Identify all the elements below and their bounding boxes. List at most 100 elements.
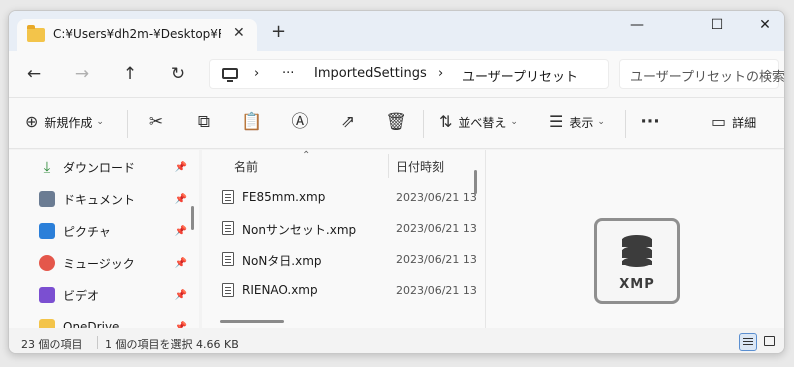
column-header-date[interactable]: 日付時刻	[396, 158, 444, 175]
view-lines-icon: ☰	[549, 112, 564, 131]
view-button[interactable]: ☰ 表示 ⌄	[549, 113, 605, 131]
command-toolbar: ⊕ 新規作成 ⌄ ✂ ⧉ 📋 Ⓐ ⇗ 🗑 ⇅ 並べ替え ⌄ ☰ 表示 ⌄ ···…	[9, 97, 784, 149]
new-tab-button[interactable]: +	[271, 23, 286, 41]
address-bar[interactable]: › ··· ImportedSettings › ユーザープリセット	[209, 59, 609, 89]
sidebar-item-label: ビデオ	[63, 288, 100, 303]
refresh-button[interactable]: ↻	[167, 64, 189, 84]
selection-info: 1 個の項目を選択 4.66 KB	[105, 338, 239, 351]
view-button-label: 表示	[569, 115, 594, 130]
sidebar-item-onedrive[interactable]: OneDrive 📌	[39, 316, 187, 328]
file-name: NoNタ日.xmp	[242, 254, 322, 268]
sidebar-item-videos[interactable]: ビデオ 📌	[39, 284, 187, 306]
breadcrumb-chevron[interactable]: ›	[254, 66, 259, 81]
status-bar: 23 個の項目 1 個の項目を選択 4.66 KB	[9, 328, 784, 353]
tab-title: C:¥Users¥dh2m-¥Desktop¥Rai	[53, 27, 221, 41]
file-list-scrollbar[interactable]	[474, 170, 477, 194]
search-input[interactable]: ユーザープリセットの検索	[619, 59, 784, 89]
up-button[interactable]: ↑	[119, 64, 141, 84]
breadcrumb-user-presets[interactable]: ユーザープリセット	[462, 66, 578, 85]
sidebar-item-music[interactable]: ミュージック 📌	[39, 252, 187, 274]
forward-button[interactable]: →	[71, 64, 93, 84]
file-row[interactable]: FE85mm.xmp 2023/06/21 13	[202, 182, 477, 212]
file-date: 2023/06/21 13	[396, 191, 476, 204]
sidebar-item-downloads[interactable]: ⤓ ダウンロード 📌	[39, 156, 187, 178]
breadcrumb-chevron[interactable]: ›	[438, 66, 443, 81]
preview-file-type: XMP	[619, 277, 655, 292]
sidebar-scrollbar[interactable]	[191, 206, 194, 230]
chevron-down-icon: ⌄	[96, 117, 104, 127]
close-window-button[interactable]: ✕	[755, 17, 775, 33]
minimize-button[interactable]: —	[627, 17, 647, 33]
rename-icon[interactable]: Ⓐ	[289, 112, 311, 132]
new-button[interactable]: ⊕ 新規作成 ⌄	[25, 113, 104, 131]
file-name: FE85mm.xmp	[242, 190, 326, 204]
video-icon	[39, 287, 55, 303]
breadcrumb-overflow-button[interactable]: ···	[282, 66, 294, 81]
paste-icon[interactable]: 📋	[241, 112, 263, 132]
sidebar-item-label: ダウンロード	[63, 160, 136, 175]
file-name: Nonサンセット.xmp	[242, 223, 357, 237]
sidebar-item-label: OneDrive	[63, 320, 120, 328]
text-file-icon	[222, 283, 234, 297]
pin-icon[interactable]: 📌	[175, 226, 187, 237]
file-list: ⌃ 名前 日付時刻 FE85mm.xmp 2023/06/21 13 Nonサン…	[202, 150, 485, 328]
cut-icon[interactable]: ✂	[145, 112, 167, 132]
sidebar-item-pictures[interactable]: ピクチャ 📌	[39, 220, 187, 242]
horizontal-scrollbar[interactable]	[220, 320, 284, 323]
sidebar-item-label: ドキュメント	[63, 192, 136, 207]
delete-icon[interactable]: 🗑	[385, 112, 407, 132]
text-file-icon	[222, 190, 234, 204]
preview-pane: XMP	[485, 150, 784, 328]
toolbar-divider	[127, 110, 128, 138]
chevron-down-icon: ⌄	[510, 117, 518, 127]
file-explorer-window: C:¥Users¥dh2m-¥Desktop¥Rai ✕ + — ☐ ✕ ← →…	[8, 10, 785, 354]
tab-current-folder[interactable]: C:¥Users¥dh2m-¥Desktop¥Rai ✕	[17, 19, 257, 51]
large-icons-view-button[interactable]	[761, 333, 779, 351]
details-button[interactable]: ▭ 詳細	[711, 113, 756, 131]
xmp-file-icon: XMP	[594, 218, 680, 304]
computer-icon	[222, 68, 238, 82]
folder-icon	[39, 319, 55, 328]
file-row[interactable]: RIENAO.xmp 2023/06/21 13	[202, 275, 477, 305]
column-divider[interactable]	[388, 154, 389, 178]
file-name: RIENAO.xmp	[242, 283, 318, 297]
sidebar-item-documents[interactable]: ドキュメント 📌	[39, 188, 187, 210]
file-date: 2023/06/21 13	[396, 253, 476, 266]
new-button-label: 新規作成	[44, 115, 93, 130]
pin-icon[interactable]: 📌	[175, 194, 187, 205]
toolbar-divider	[625, 110, 626, 138]
back-button[interactable]: ←	[23, 64, 45, 84]
download-icon: ⤓	[43, 158, 51, 176]
tab-close-icon[interactable]: ✕	[233, 25, 245, 41]
sort-button[interactable]: ⇅ 並べ替え ⌄	[439, 113, 518, 131]
file-row[interactable]: NoNタ日.xmp 2023/06/21 13	[202, 244, 477, 274]
maximize-button[interactable]: ☐	[707, 17, 727, 33]
share-icon[interactable]: ⇗	[337, 112, 359, 132]
document-icon	[39, 191, 55, 207]
pin-icon[interactable]: 📌	[175, 258, 187, 269]
pin-icon[interactable]: 📌	[175, 290, 187, 301]
sidebar-item-label: ピクチャ	[63, 224, 111, 239]
column-header-name[interactable]: 名前	[234, 158, 258, 175]
large-icons-view-icon	[764, 336, 775, 346]
text-file-icon	[222, 221, 234, 235]
details-pane-icon: ▭	[711, 112, 727, 131]
chevron-down-icon: ⌄	[597, 117, 605, 127]
more-options-button[interactable]: ···	[639, 112, 661, 132]
sort-button-label: 並べ替え	[458, 115, 507, 130]
music-icon	[39, 255, 55, 271]
file-date: 2023/06/21 13	[396, 222, 476, 235]
sidebar-item-label: ミュージック	[63, 256, 135, 271]
details-view-button[interactable]	[739, 333, 757, 351]
status-divider	[97, 336, 98, 349]
navigation-pane: ⤓ ダウンロード 📌 ドキュメント 📌 ピクチャ 📌 ミュージック 📌 ビデオ …	[9, 150, 199, 328]
breadcrumb-imported-settings[interactable]: ImportedSettings	[314, 66, 427, 81]
sort-icon: ⇅	[439, 112, 453, 131]
file-row[interactable]: Nonサンセット.xmp 2023/06/21 13	[202, 213, 477, 243]
item-count: 23 個の項目	[21, 338, 83, 351]
copy-icon[interactable]: ⧉	[193, 112, 215, 132]
pin-icon[interactable]: 📌	[175, 162, 187, 173]
database-icon	[622, 235, 652, 271]
details-view-icon	[743, 338, 753, 339]
text-file-icon	[222, 252, 234, 266]
